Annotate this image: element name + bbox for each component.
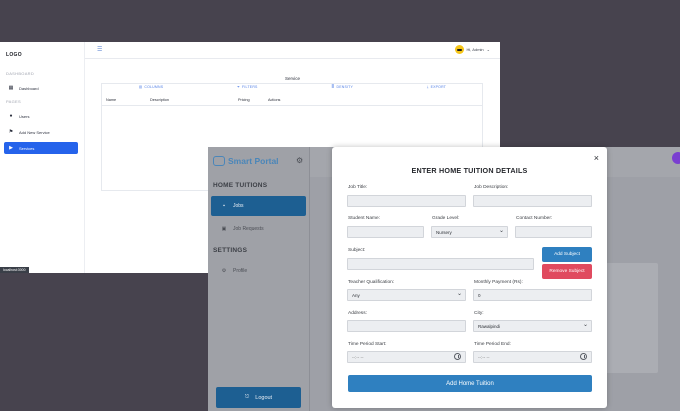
- user-greeting: Hi, Admin: [466, 47, 484, 52]
- toolbar-label: FILTERS: [242, 85, 258, 89]
- grade-level-value: Nursery: [436, 229, 452, 235]
- sidebar-item-users[interactable]: ● Users: [4, 110, 78, 122]
- logout-label: Logout: [255, 394, 273, 401]
- admin-sidebar: LOGO DASHBOARD ▦ Dashboard PAGES ● Users…: [0, 42, 85, 273]
- pin-icon: ⚑: [8, 129, 14, 135]
- sidebar-item-dashboard[interactable]: ▦ Dashboard: [4, 82, 78, 94]
- table-title: Service: [285, 76, 301, 81]
- modal-title: ENTER HOME TUITION DETAILS: [411, 166, 528, 175]
- user-icon: ●: [9, 113, 13, 119]
- job-description-label: Job Description:: [474, 185, 509, 190]
- add-subject-button[interactable]: Add Subject: [542, 247, 592, 262]
- user-menu[interactable]: Hi, Admin ⌄: [454, 45, 490, 54]
- city-label: City:: [474, 311, 484, 316]
- sidebar-item-add-new-service[interactable]: ⚑ Add New Service: [4, 126, 78, 138]
- table-header: Name Description Pricing Actions: [102, 95, 483, 106]
- teacher-qualification-label: Teacher Qualification:: [348, 280, 395, 285]
- time-end-input[interactable]: --:-- --: [473, 351, 592, 363]
- sidebar-item-profile[interactable]: ⚙ Profile: [211, 261, 306, 281]
- column-header-pricing[interactable]: Pricing: [238, 98, 250, 102]
- chat-logo-icon: [213, 156, 225, 166]
- request-icon: ▣: [221, 226, 227, 232]
- column-header-name[interactable]: Name: [106, 98, 116, 102]
- contact-number-label: Contact Number:: [516, 216, 553, 221]
- time-end-label: Time Period End:: [474, 342, 511, 347]
- sidebar-item-label: Job Requests: [233, 226, 264, 232]
- toolbar-export-button[interactable]: ⤓ EXPORT: [427, 85, 446, 89]
- toolbar-density-button[interactable]: ≣ DENSITY: [331, 85, 353, 89]
- filter-icon: ⏷: [237, 85, 241, 89]
- sidebar-item-label: Add New Service: [19, 129, 50, 135]
- play-icon: ▶: [9, 145, 13, 151]
- job-title-input[interactable]: [347, 195, 466, 207]
- student-name-label: Student Name:: [348, 216, 380, 221]
- gear-icon: ⚙: [221, 268, 227, 274]
- toolbar-label: COLUMNS: [144, 85, 164, 89]
- clock-icon[interactable]: [454, 353, 461, 360]
- city-value: Rawalpindi: [478, 323, 501, 329]
- hamburger-menu-icon[interactable]: ☰: [97, 46, 102, 53]
- monthly-payment-input[interactable]: 0: [473, 289, 592, 301]
- time-end-value: --:-- --: [478, 354, 490, 360]
- grade-level-label: Grade Level:: [432, 216, 460, 221]
- portal-sidebar: Smart Portal ⚙ HOME TUITIONS ▪ Jobs ▣ Jo…: [208, 147, 310, 411]
- clock-icon[interactable]: [580, 353, 587, 360]
- toolbar-columns-button[interactable]: ▥ COLUMNS: [139, 85, 163, 89]
- time-start-label: Time Period Start:: [348, 342, 387, 347]
- dashboard-icon: ▦: [8, 85, 14, 91]
- teacher-qualification-select[interactable]: Any: [347, 289, 466, 301]
- student-name-input[interactable]: [347, 226, 424, 238]
- briefcase-icon: ▪: [223, 203, 225, 209]
- brand-name: Smart Portal: [228, 156, 279, 166]
- remove-subject-button[interactable]: Remove Subject: [542, 264, 592, 279]
- toolbar-label: DENSITY: [336, 85, 354, 89]
- settings-gear-icon[interactable]: ⚙: [296, 156, 303, 165]
- sidebar-item-label: Dashboard: [19, 85, 39, 91]
- avatar: [454, 45, 464, 54]
- job-title-label: Job Title:: [348, 185, 368, 190]
- teacher-qualification-value: Any: [352, 292, 360, 298]
- section-home-tuitions: HOME TUITIONS: [213, 182, 268, 189]
- admin-topbar: ☰ Hi, Admin ⌄: [85, 42, 500, 59]
- address-label: Address:: [348, 311, 367, 316]
- column-header-actions[interactable]: Actions: [268, 98, 280, 102]
- time-start-value: --:-- --: [352, 354, 364, 360]
- column-header-description[interactable]: Description: [150, 98, 169, 102]
- sidebar-item-jobs[interactable]: ▪ Jobs: [211, 196, 306, 216]
- table-toolbar: ▥ COLUMNS ⏷ FILTERS ≣ DENSITY ⤓ EXPORT: [102, 85, 483, 89]
- job-description-input[interactable]: [473, 195, 592, 207]
- toolbar-label: EXPORT: [430, 85, 447, 89]
- logout-icon: ⎋: [244, 394, 250, 400]
- city-select[interactable]: Rawalpindi: [473, 320, 592, 332]
- columns-icon: ▥: [138, 85, 143, 89]
- address-input[interactable]: [347, 320, 466, 332]
- profile-avatar[interactable]: [672, 152, 680, 164]
- tuition-details-modal: × ENTER HOME TUITION DETAILS Job Title: …: [332, 147, 607, 408]
- sidebar-section-pages: PAGES: [6, 99, 21, 104]
- status-url: localhost:3000: [0, 267, 29, 273]
- portal-brand: Smart Portal: [213, 156, 279, 166]
- admin-logo: LOGO: [6, 52, 22, 58]
- subject-label: Subject:: [348, 248, 366, 253]
- sidebar-item-job-requests[interactable]: ▣ Job Requests: [211, 219, 306, 239]
- time-start-input[interactable]: --:-- --: [347, 351, 466, 363]
- contact-number-input[interactable]: [515, 226, 592, 238]
- sidebar-item-label: Jobs: [233, 203, 244, 209]
- sidebar-item-services[interactable]: ▶ Services: [4, 142, 78, 154]
- chevron-down-icon: ⌄: [486, 47, 490, 52]
- logout-button[interactable]: ⎋ Logout: [216, 387, 301, 408]
- toolbar-filters-button[interactable]: ⏷ FILTERS: [237, 85, 258, 89]
- sidebar-section-dashboard: DASHBOARD: [6, 71, 35, 76]
- sidebar-item-label: Services: [19, 145, 35, 151]
- sidebar-item-label: Users: [19, 113, 30, 119]
- sidebar-item-label: Profile: [233, 268, 248, 274]
- density-icon: ≣: [331, 85, 335, 89]
- close-icon[interactable]: ×: [594, 153, 599, 163]
- section-settings: SETTINGS: [213, 247, 248, 254]
- grade-level-select[interactable]: Nursery: [431, 226, 508, 238]
- monthly-payment-label: Monthly Payment (Rs):: [474, 280, 523, 285]
- download-icon: ⤓: [426, 85, 429, 89]
- add-home-tuition-button[interactable]: Add Home Tuition: [348, 375, 592, 392]
- subject-input[interactable]: [347, 258, 534, 270]
